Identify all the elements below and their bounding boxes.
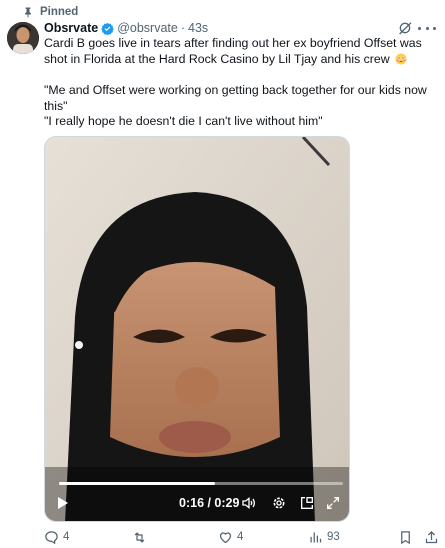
views-button[interactable]: 93 xyxy=(308,529,340,545)
more-options-icon[interactable] xyxy=(418,20,436,36)
share-button[interactable] xyxy=(424,529,439,545)
pip-icon[interactable] xyxy=(299,495,315,511)
repost-icon xyxy=(132,530,147,545)
tweet-actions: 4 4 93 xyxy=(44,529,440,545)
video-frame-image xyxy=(45,137,349,521)
tweet-line-1: Cardi B goes live in tears after finding… xyxy=(44,36,422,66)
video-progress-fill xyxy=(59,482,216,485)
separator-dot: · xyxy=(180,21,186,35)
play-icon[interactable] xyxy=(57,496,69,510)
volume-icon[interactable] xyxy=(241,495,257,511)
heart-icon xyxy=(218,530,233,545)
view-count: 93 xyxy=(327,531,340,543)
tweet-text: Cardi B goes live in tears after finding… xyxy=(44,36,439,67)
views-chart-icon xyxy=(308,530,323,545)
bookmark-button[interactable] xyxy=(398,529,413,545)
author-handle[interactable]: @obsrvate xyxy=(117,21,178,35)
avatar[interactable] xyxy=(7,22,39,54)
share-icon xyxy=(424,530,439,545)
pinned-text: Pinned xyxy=(40,6,79,18)
grok-icon[interactable] xyxy=(397,20,413,36)
verified-badge-icon xyxy=(101,22,114,35)
reply-count: 4 xyxy=(63,531,70,543)
tweet-header: Obsrvate @obsrvate · 43s xyxy=(44,20,208,36)
tweet-timestamp[interactable]: 43s xyxy=(188,21,208,35)
bookmark-icon xyxy=(398,530,413,545)
pinned-label: Pinned xyxy=(22,5,78,19)
settings-icon[interactable] xyxy=(271,495,287,511)
tweet-quote-2: "I really hope he doesn't die I can't li… xyxy=(44,114,323,128)
tweet-quote-1: "Me and Offset were working on getting b… xyxy=(44,83,427,113)
repost-button[interactable] xyxy=(132,529,151,545)
video-progress-bar[interactable] xyxy=(59,482,343,485)
fullscreen-icon[interactable] xyxy=(325,495,341,511)
reply-button[interactable]: 4 xyxy=(44,529,69,545)
video-player[interactable]: 0:16 / 0:29 xyxy=(44,136,350,522)
flushed-face-icon xyxy=(395,53,407,65)
pin-icon xyxy=(22,6,34,18)
reply-icon xyxy=(44,530,59,545)
video-time: 0:16 / 0:29 xyxy=(179,496,240,510)
author-name[interactable]: Obsrvate xyxy=(44,21,98,35)
video-controls: 0:16 / 0:29 xyxy=(45,492,349,514)
like-count: 4 xyxy=(237,531,244,543)
like-button[interactable]: 4 xyxy=(218,529,243,545)
